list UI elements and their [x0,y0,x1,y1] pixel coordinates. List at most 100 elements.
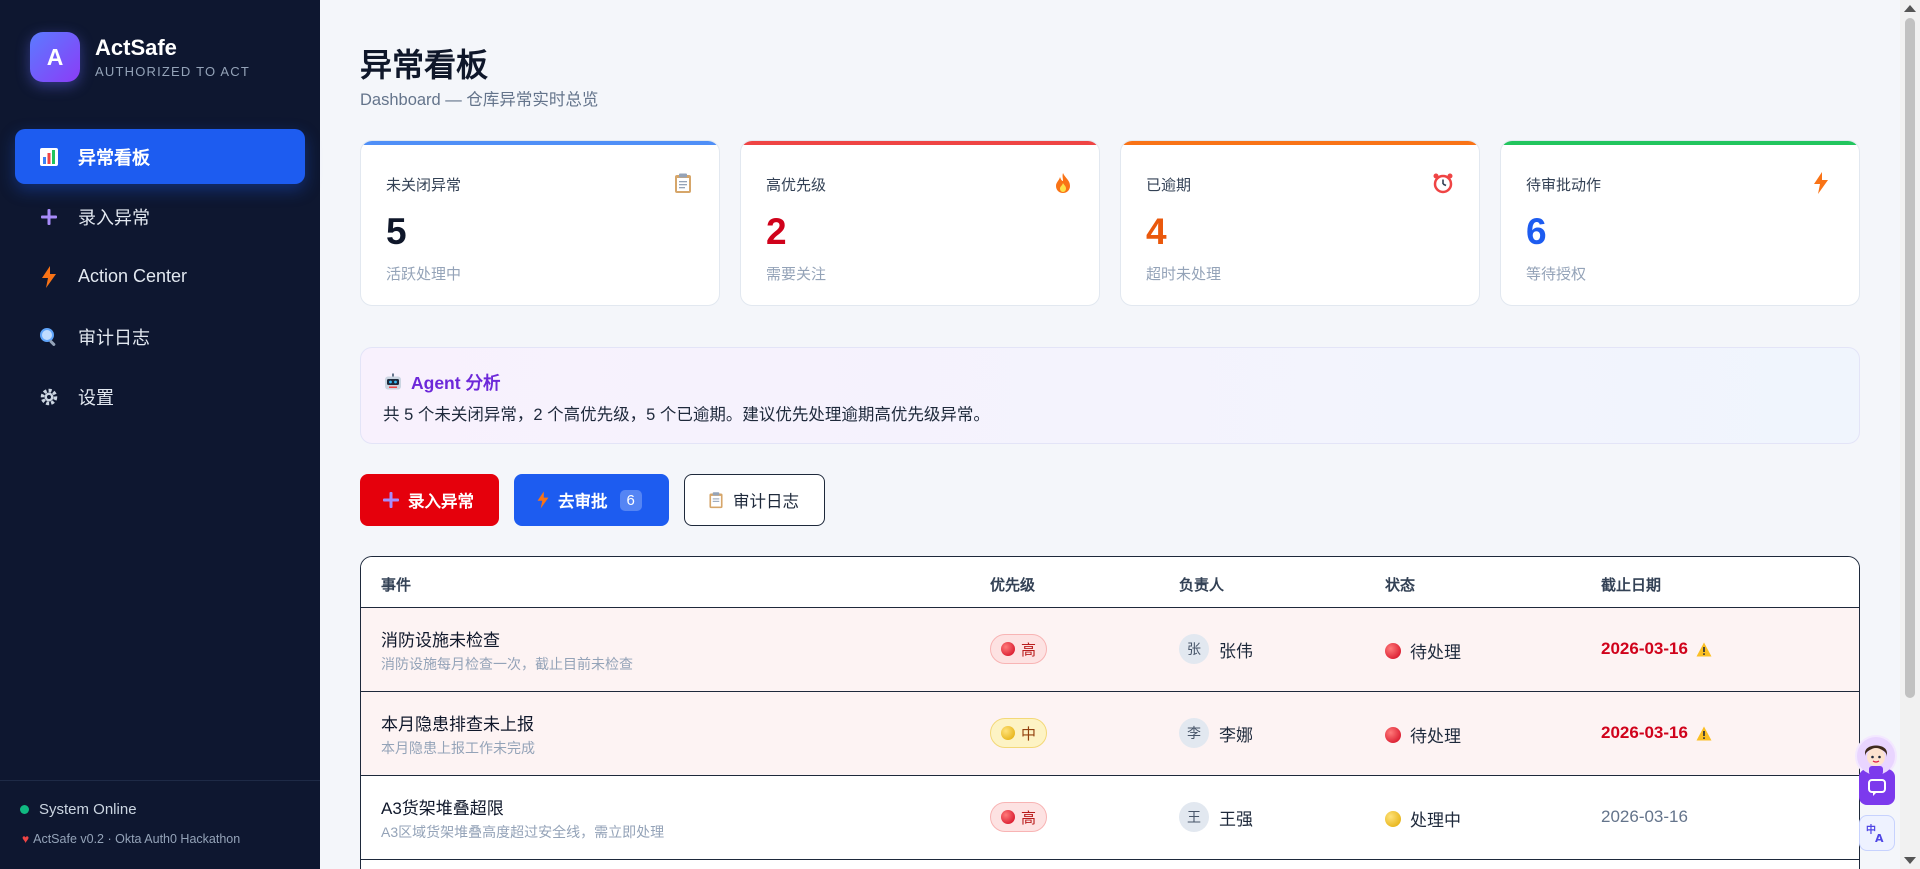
status: 处理中 [1385,806,1461,831]
stat-accent-bar [361,141,719,145]
alarm-clock-icon [1432,172,1454,194]
fire-icon [1052,172,1074,194]
sidebar: A ActSafe AUTHORIZED TO ACT 异常看板 录入异常 Ac… [0,0,320,869]
clipboard-icon [672,172,694,194]
sidebar-footer: System Online ♥ ActSafe v0.2 · Okta Auth… [0,780,320,869]
approval-count-badge: 6 [619,489,642,511]
stat-value: 5 [386,211,407,252]
red-circle-icon [1001,810,1015,824]
owner-name: 李娜 [1219,725,1253,745]
column-header-due[interactable]: 截止日期 [1601,574,1661,595]
action-buttons: 录入异常 去审批 6 审计日志 [360,474,825,526]
priority-text: 高 [1021,641,1037,659]
owner: 张 张伟 [1179,634,1253,664]
avatar: 王 [1179,802,1209,832]
sidebar-item-label: 异常看板 [78,147,150,168]
red-circle-icon [1001,642,1015,656]
event-description: A3区域货架堆叠高度超过安全线，需立即处理 [381,824,665,840]
column-header-event[interactable]: 事件 [381,574,411,595]
table-row[interactable]: A3货架堆叠超限 A3区域货架堆叠高度超过安全线，需立即处理 高 王 王强 处理… [361,776,1859,860]
sidebar-item-label: Action Center [78,266,188,286]
stats-cards: 未关闭异常 5 活跃处理中 高优先级 2 需要关注 已逾期 4 超时未处理 待审… [360,140,1860,306]
stat-hint: 等待授权 [1526,266,1587,283]
go-approve-label: 去审批 [558,493,608,511]
clipboard-icon [707,491,725,509]
scroll-thumb[interactable] [1905,18,1915,698]
sidebar-nav: 异常看板 录入异常 Action Center 审计日志 设置 [15,129,305,429]
magnifier-icon [38,326,60,348]
scroll-down-arrow-icon[interactable] [1904,857,1916,864]
stat-accent-bar [741,141,1099,145]
floating-assistant: 中A [1855,735,1897,851]
go-approve-button[interactable]: 去审批 6 [514,474,669,526]
chat-icon [1868,779,1886,796]
event-description: 本月隐患上报工作未完成 [381,740,535,756]
sidebar-item-settings[interactable]: 设置 [15,369,305,424]
translate-button[interactable]: 中A [1859,815,1895,851]
stat-value: 4 [1146,211,1167,252]
status: 待处理 [1385,638,1461,663]
stat-card-open[interactable]: 未关闭异常 5 活跃处理中 [360,140,720,306]
stat-card-high-priority[interactable]: 高优先级 2 需要关注 [740,140,1100,306]
stat-accent-bar [1501,141,1859,145]
audit-log-label: 审计日志 [733,493,799,511]
add-exception-button[interactable]: 录入异常 [360,474,499,526]
owner: 李 李娜 [1179,718,1253,748]
status-dot-icon [20,805,29,814]
assistant-avatar-icon[interactable] [1855,735,1897,777]
stat-value: 6 [1526,211,1547,252]
audit-log-button[interactable]: 审计日志 [684,474,825,526]
gear-icon [38,386,60,408]
column-header-priority[interactable]: 优先级 [990,574,1035,595]
owner-name: 张伟 [1219,641,1253,661]
table-row[interactable]: 本月隐患排查未上报 本月隐患上报工作未完成 中 李 李娜 待处理 2026-03… [361,692,1859,776]
table-header: 事件 优先级 负责人 状态 截止日期 [361,557,1859,608]
stat-card-pending-approval[interactable]: 待审批动作 6 等待授权 [1500,140,1860,306]
system-status: System Online [20,801,137,818]
agent-title-text: Agent 分析 [411,373,501,393]
page-title: 异常看板 [360,47,489,83]
priority-badge: 中 [990,718,1048,748]
main-content: 异常看板 Dashboard — 仓库异常实时总览 未关闭异常 5 活跃处理中 … [320,0,1900,869]
avatar: 李 [1179,718,1209,748]
table-row[interactable]: 消防设施未检查 消防设施每月检查一次，截止目前未检查 高 张 张伟 待处理 20… [361,608,1859,692]
priority-text: 中 [1021,725,1037,743]
sidebar-item-audit-log[interactable]: 审计日志 [15,309,305,364]
sidebar-item-add-exception[interactable]: 录入异常 [15,189,305,244]
add-exception-label: 录入异常 [408,493,474,511]
stat-hint: 需要关注 [766,266,827,283]
lightning-icon [1812,172,1834,194]
scroll-up-arrow-icon[interactable] [1904,5,1916,12]
bar-chart-icon [38,146,60,168]
event-description: 消防设施每月检查一次，截止目前未检查 [381,656,633,672]
priority-text: 高 [1021,809,1037,827]
stat-hint: 超时未处理 [1146,266,1222,283]
priority-badge: 高 [990,802,1048,832]
red-circle-icon [1385,726,1401,743]
stat-label: 待审批动作 [1526,177,1602,194]
heart-icon: ♥ [22,832,30,846]
sidebar-item-dashboard[interactable]: 异常看板 [15,129,305,184]
column-header-owner[interactable]: 负责人 [1179,574,1224,595]
stat-label: 已逾期 [1146,177,1192,194]
page-scrollbar[interactable] [1900,0,1920,869]
system-status-text: System Online [39,801,137,818]
due-date: 2026-03-16 [1601,639,1712,659]
due-date-text: 2026-03-16 [1601,807,1688,826]
sidebar-item-label: 审计日志 [78,327,150,348]
stat-label: 高优先级 [766,177,827,194]
lightning-icon [38,265,60,288]
column-header-status[interactable]: 状态 [1385,574,1415,595]
page-subtitle: Dashboard — 仓库异常实时总览 [360,91,599,109]
due-date: 2026-03-16 [1601,723,1712,743]
agent-title: Agent 分析 [383,370,500,395]
version-info: ♥ ActSafe v0.2 · Okta Auth0 Hackathon [22,832,240,846]
translate-icon: 中A [1866,823,1884,843]
status-text: 待处理 [1410,727,1461,746]
stat-card-overdue[interactable]: 已逾期 4 超时未处理 [1120,140,1480,306]
status: 待处理 [1385,722,1461,747]
sidebar-item-action-center[interactable]: Action Center [15,249,305,304]
agent-analysis-text: 共 5 个未关闭异常，2 个高优先级，5 个已逾期。建议优先处理逾期高优先级异常… [383,406,990,424]
brand-name: ActSafe [95,35,177,60]
brand[interactable]: A ActSafe AUTHORIZED TO ACT [30,32,250,82]
